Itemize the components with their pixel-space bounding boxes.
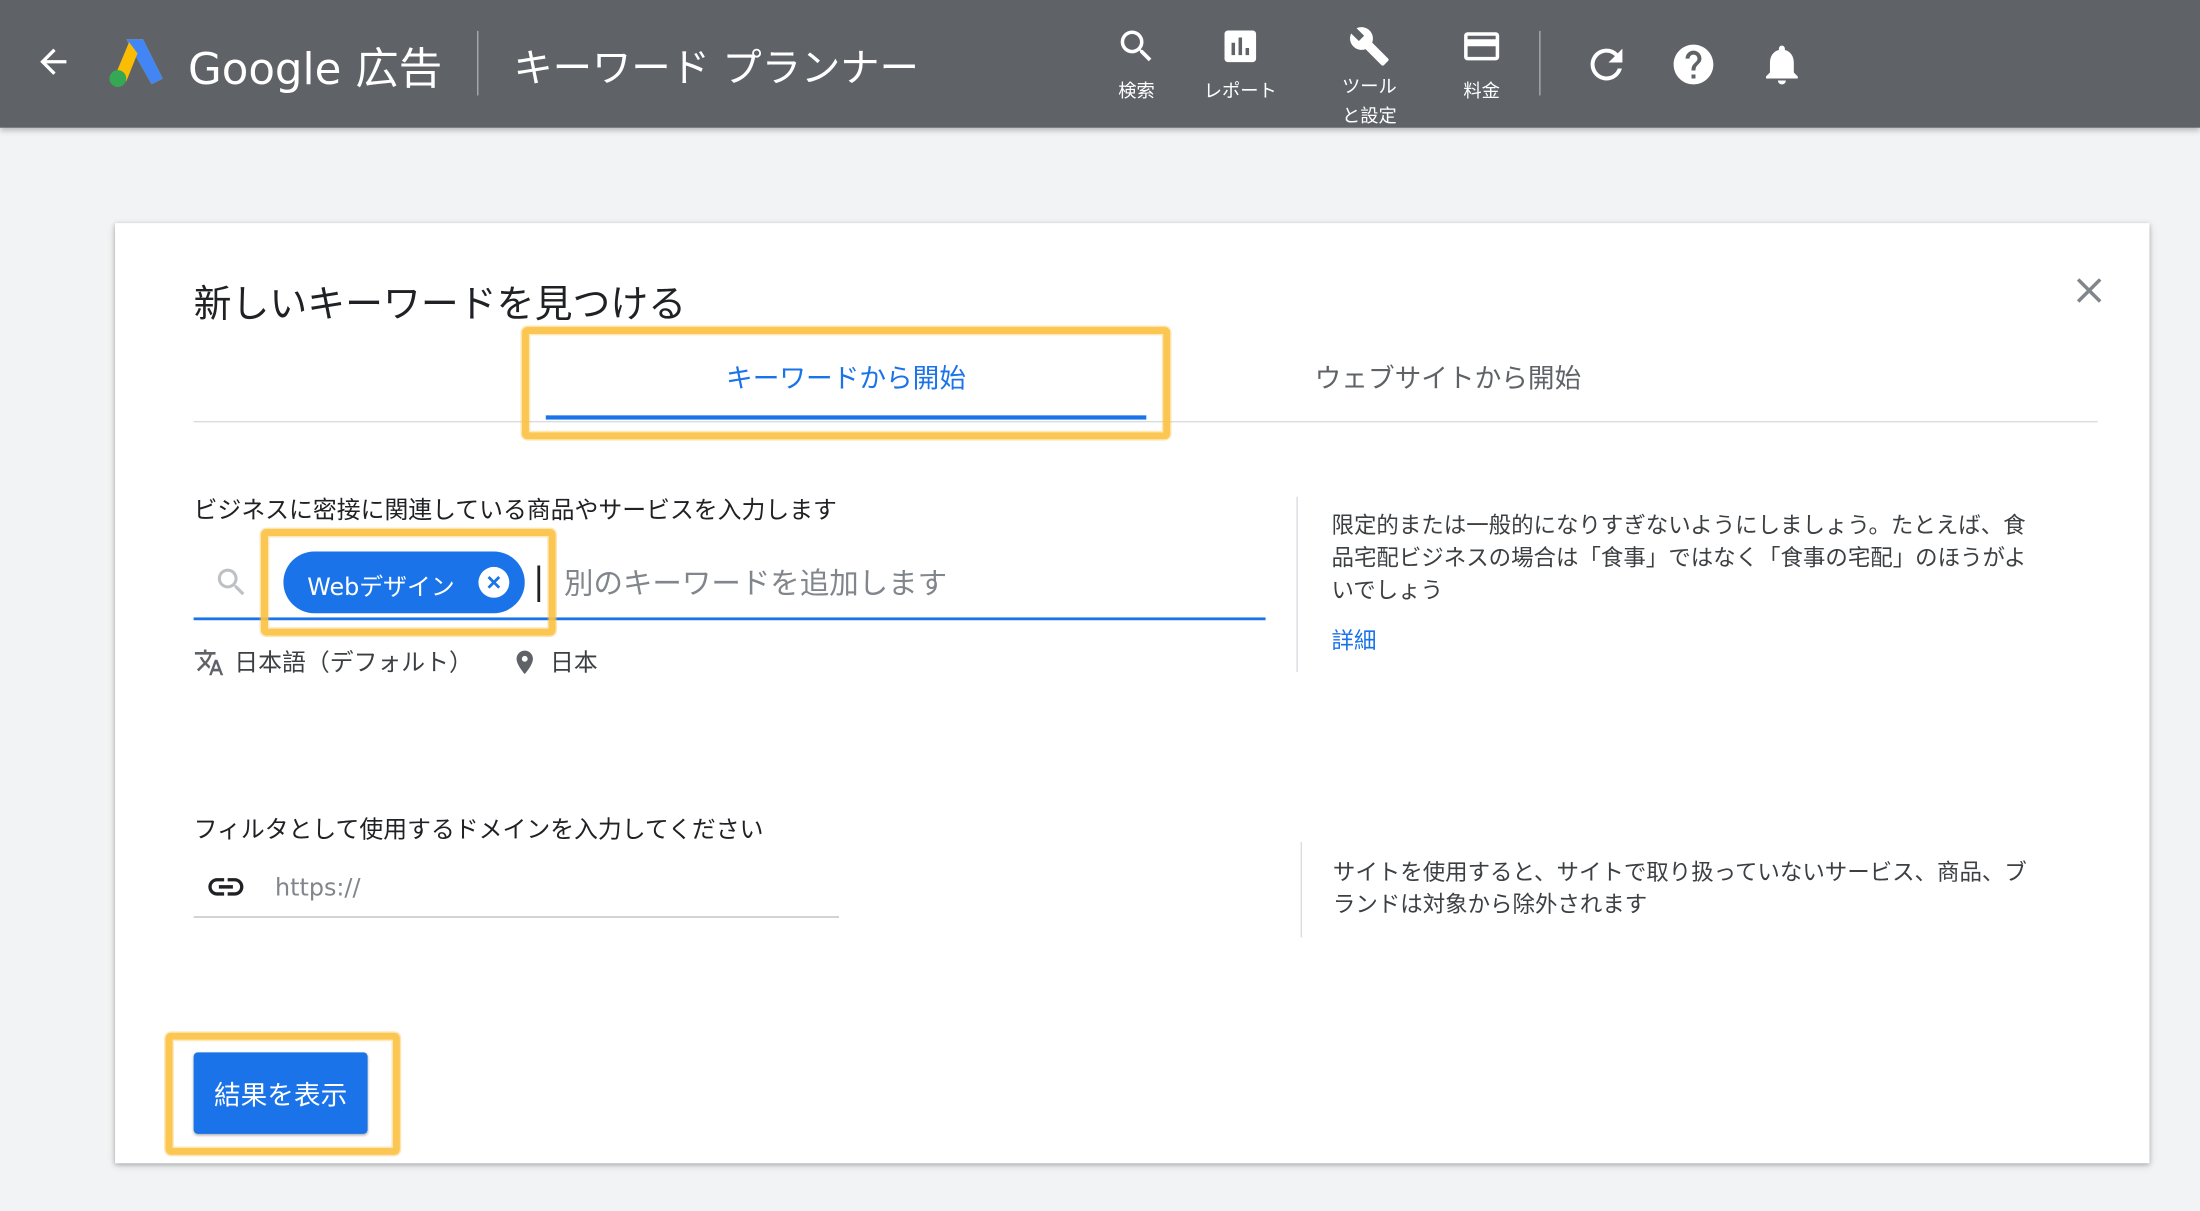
nav-billing-label: 料金 [1463, 81, 1500, 103]
nav-reports[interactable]: レポート [1187, 25, 1294, 106]
nav-search[interactable]: 検索 [1083, 25, 1190, 106]
header-divider [477, 30, 479, 96]
domain-input[interactable] [272, 864, 840, 913]
refresh-icon[interactable] [1583, 41, 1631, 89]
remove-chip-icon[interactable] [477, 566, 511, 600]
brand-title: Google 広告 [188, 44, 443, 96]
nav-billing[interactable]: 料金 [1428, 25, 1535, 106]
search-field-icon [217, 568, 245, 596]
tab-keywords-label: キーワードから開始 [726, 363, 967, 395]
help-icon[interactable] [1670, 41, 1718, 89]
location-pin-icon [516, 650, 533, 675]
back-arrow-icon[interactable] [34, 42, 73, 81]
keywords-help-text: 限定的または一般的になりすぎないようにしましょう。たとえば、食品宅配ビジネスの場… [1331, 512, 2027, 604]
domain-field-label: フィルタとして使用するドメインを入力してください [193, 816, 764, 845]
stage: Google 広告 キーワード プランナー 検索 レポート ツールと設定 料金 [0, 0, 2200, 1211]
keyword-input-underline [193, 617, 1266, 621]
language-selector[interactable]: 日本語（デフォルト） [234, 643, 473, 678]
nav-search-label: 検索 [1118, 81, 1155, 103]
google-ads-logo-icon [109, 39, 163, 88]
location-selector[interactable]: 日本 [550, 643, 598, 678]
dialog-title: 新しいキーワードを見つける [193, 283, 687, 327]
search-icon [1120, 30, 1152, 62]
link-icon [208, 878, 244, 896]
tab-start-with-keywords[interactable]: キーワードから開始 [545, 349, 1147, 420]
keyword-chip-text: Webデザイン [307, 573, 455, 602]
wrench-icon [1350, 27, 1389, 66]
keywords-help-divider [1296, 496, 1298, 673]
tool-title: キーワード プランナー [513, 44, 919, 92]
tab-selected-indicator [545, 415, 1147, 420]
nav-tools-settings[interactable]: ツールと設定 [1316, 25, 1423, 132]
translate-icon [194, 649, 224, 676]
details-link[interactable]: 詳細 [1332, 622, 1377, 656]
domain-help-text: サイトを使用すると、サイトで取り扱っていないサービス、商品、ブランドは対象から除… [1332, 858, 2027, 918]
show-results-button[interactable]: 結果を表示 [193, 1052, 368, 1134]
discover-keywords-dialog: 新しいキーワードを見つける キーワードから開始 ウェブサイトから開始 ビジネスに… [115, 223, 2150, 1164]
nav-reports-label: レポート [1203, 81, 1277, 103]
nav-tools-label: ツールと設定 [1342, 77, 1397, 128]
reports-icon [1224, 30, 1257, 63]
notifications-icon[interactable] [1758, 41, 1806, 89]
top-app-bar: Google 広告 キーワード プランナー 検索 レポート ツールと設定 料金 [0, 0, 2200, 128]
tab-website-label: ウェブサイトから開始 [1314, 363, 1582, 395]
domain-input-underline [193, 916, 840, 918]
text-cursor [537, 565, 541, 602]
domain-help-divider [1300, 841, 1303, 938]
keyword-chip[interactable]: Webデザイン [283, 551, 525, 614]
tabs-divider [193, 420, 2098, 423]
close-icon[interactable] [2068, 269, 2110, 311]
credit-card-icon [1464, 32, 1500, 61]
header-divider-2 [1539, 30, 1541, 96]
keyword-input[interactable] [561, 554, 1269, 614]
tab-start-with-website[interactable]: ウェブサイトから開始 [1266, 349, 1631, 419]
keywords-field-label: ビジネスに密接に関連している商品やサービスを入力します [193, 496, 837, 525]
